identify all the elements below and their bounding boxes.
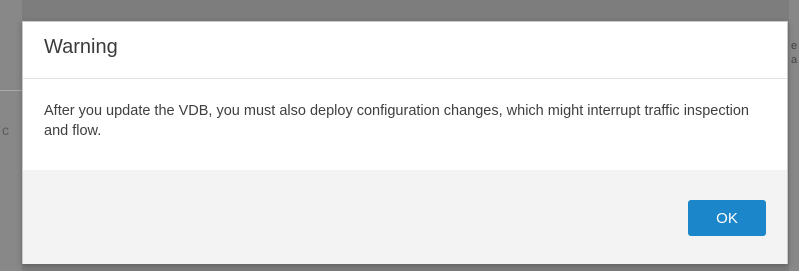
background-text-fragment: c — [2, 122, 9, 138]
background-right-edge: e a — [789, 0, 799, 271]
dialog-body: After you update the VDB, you must also … — [23, 79, 787, 170]
background-text-fragment: e — [791, 40, 798, 52]
dialog-message: After you update the VDB, you must also … — [44, 103, 749, 139]
background-divider — [0, 90, 22, 91]
dialog-title: Warning — [44, 36, 118, 58]
dialog-footer: OK — [23, 170, 787, 264]
background-text-fragment: a — [791, 54, 798, 66]
ok-button[interactable]: OK — [688, 200, 766, 236]
warning-dialog: Warning After you update the VDB, you mu… — [22, 21, 788, 264]
dialog-header: Warning — [23, 22, 787, 79]
background-left-edge: c — [0, 0, 22, 271]
